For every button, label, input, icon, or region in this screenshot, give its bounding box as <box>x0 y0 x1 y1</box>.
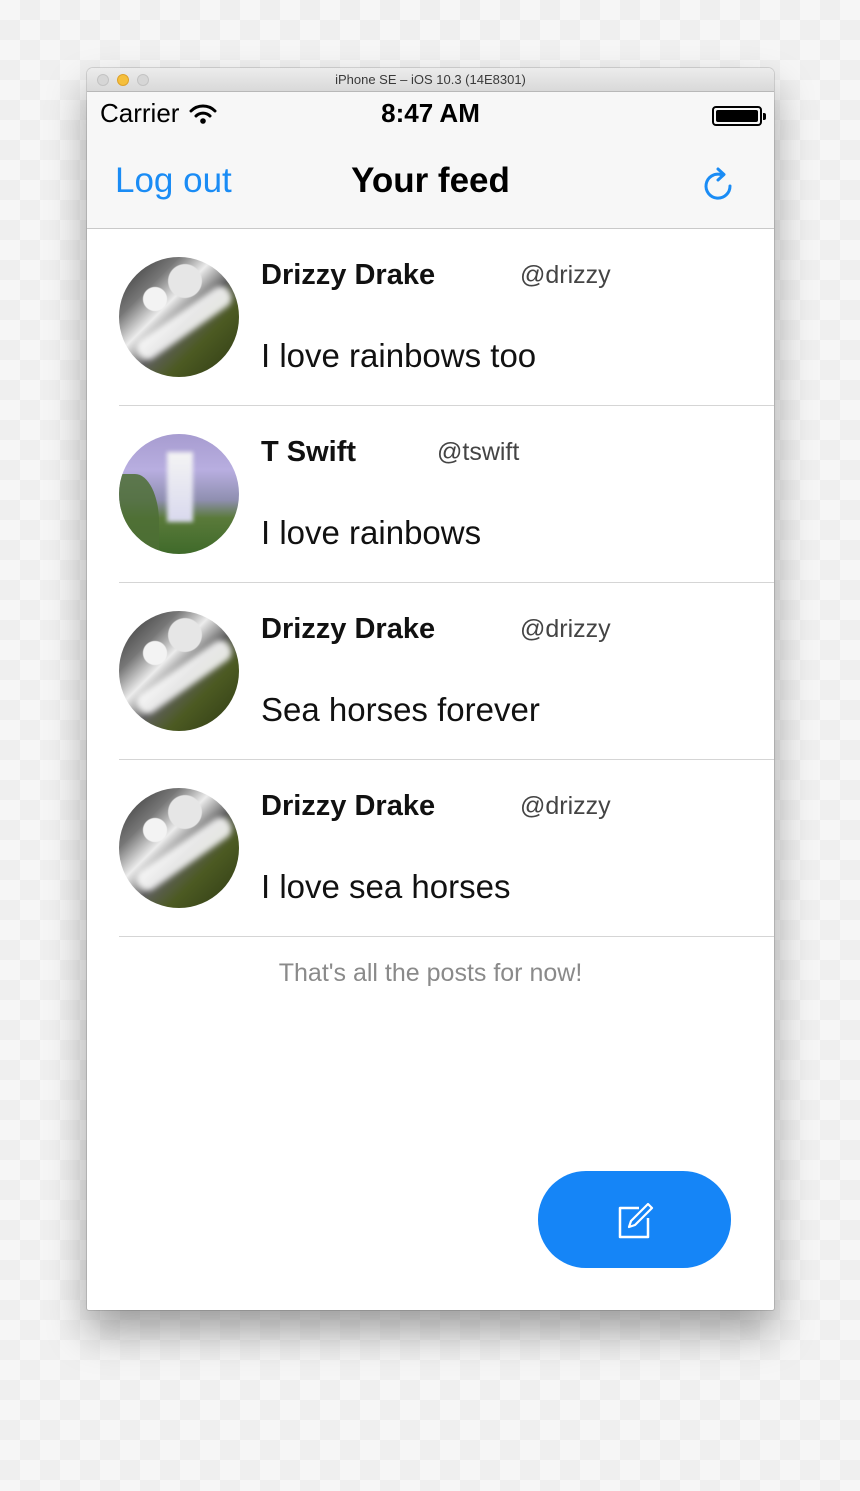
status-time: 8:47 AM <box>381 98 480 128</box>
post-author-name: Drizzy Drake <box>261 259 436 291</box>
feed-post[interactable]: Drizzy Drake @drizzy Sea horses forever <box>119 583 774 760</box>
post-message: Sea horses forever <box>261 691 540 728</box>
post-message: I love rainbows too <box>261 337 537 374</box>
battery-icon <box>712 106 766 126</box>
post-author-handle: @drizzy <box>520 261 611 289</box>
post-author-handle: @drizzy <box>520 615 611 643</box>
feed-post[interactable]: T Swift @tswift I love rainbows <box>119 406 774 583</box>
refresh-icon[interactable] <box>702 166 736 202</box>
post-message: I love sea horses <box>261 868 511 905</box>
minimize-window-button[interactable] <box>117 74 129 86</box>
feed-end-note: That's all the posts for now! <box>278 959 583 987</box>
window-titlebar: iPhone SE – iOS 10.3 (14E8301) <box>87 68 774 92</box>
avatar[interactable] <box>119 257 239 377</box>
feed-post[interactable]: Drizzy Drake @drizzy I love sea horses <box>119 760 774 937</box>
post-author-name: T Swift <box>261 436 357 468</box>
post-author-name: Drizzy Drake <box>261 613 436 645</box>
zoom-window-button[interactable] <box>137 74 149 86</box>
window-title: iPhone SE – iOS 10.3 (14E8301) <box>335 72 526 87</box>
navigation-bar: Log out Your feed <box>87 136 774 229</box>
post-author-handle: @drizzy <box>520 792 611 820</box>
page-title: Your feed <box>351 161 510 200</box>
feed-list: Drizzy Drake @drizzy I love rainbows too… <box>87 229 774 988</box>
status-bar: Carrier 8:47 AM <box>87 92 774 136</box>
post-message: I love rainbows <box>261 514 482 551</box>
avatar[interactable] <box>119 611 239 731</box>
close-window-button[interactable] <box>97 74 109 86</box>
compose-button[interactable] <box>538 1171 731 1268</box>
compose-icon <box>618 1202 653 1238</box>
feed-post[interactable]: Drizzy Drake @drizzy I love rainbows too <box>119 229 774 406</box>
avatar[interactable] <box>119 788 239 908</box>
post-author-handle: @tswift <box>437 438 520 466</box>
simulator-window: iPhone SE – iOS 10.3 (14E8301) Carrier 8… <box>87 68 774 1310</box>
avatar[interactable] <box>119 434 239 554</box>
window-controls <box>97 74 149 86</box>
post-author-name: Drizzy Drake <box>261 790 436 822</box>
